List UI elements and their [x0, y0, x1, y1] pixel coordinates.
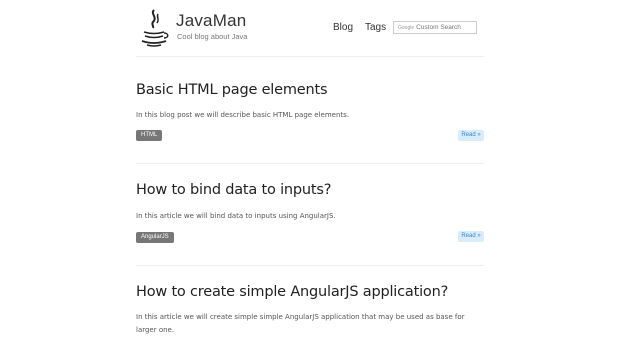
- nav-blog-link[interactable]: Blog: [333, 22, 353, 33]
- tag-badge[interactable]: HTML: [136, 130, 163, 141]
- read-more-button[interactable]: Read »: [458, 130, 484, 141]
- brand-tagline: Cool blog about Java: [177, 32, 248, 41]
- post-excerpt: In this article we will bind data to inp…: [136, 212, 336, 220]
- nav-tags-link[interactable]: Tags: [365, 22, 386, 33]
- java-coffee-cup-icon[interactable]: [138, 8, 172, 48]
- post-excerpt: In this article we will create simple si…: [136, 313, 465, 334]
- tag-badge[interactable]: AngularJS: [136, 232, 174, 243]
- post-title-link[interactable]: How to create simple AngularJS applicati…: [136, 284, 448, 300]
- brand-title[interactable]: JavaMan: [176, 11, 246, 31]
- post-excerpt: In this blog post we will describe basic…: [136, 111, 350, 119]
- google-label: Google: [398, 25, 415, 31]
- divider: [136, 163, 484, 164]
- read-more-button[interactable]: Read »: [458, 231, 484, 242]
- post-title-link[interactable]: Basic HTML page elements: [136, 82, 328, 98]
- site-header: JavaMan Cool blog about Java Blog Tags G…: [0, 0, 620, 60]
- search-input[interactable]: Google Custom Search: [393, 21, 477, 34]
- divider: [136, 56, 484, 57]
- divider: [136, 265, 484, 266]
- search-placeholder: Custom Search: [416, 24, 461, 31]
- post-title-link[interactable]: How to bind data to inputs?: [136, 182, 331, 198]
